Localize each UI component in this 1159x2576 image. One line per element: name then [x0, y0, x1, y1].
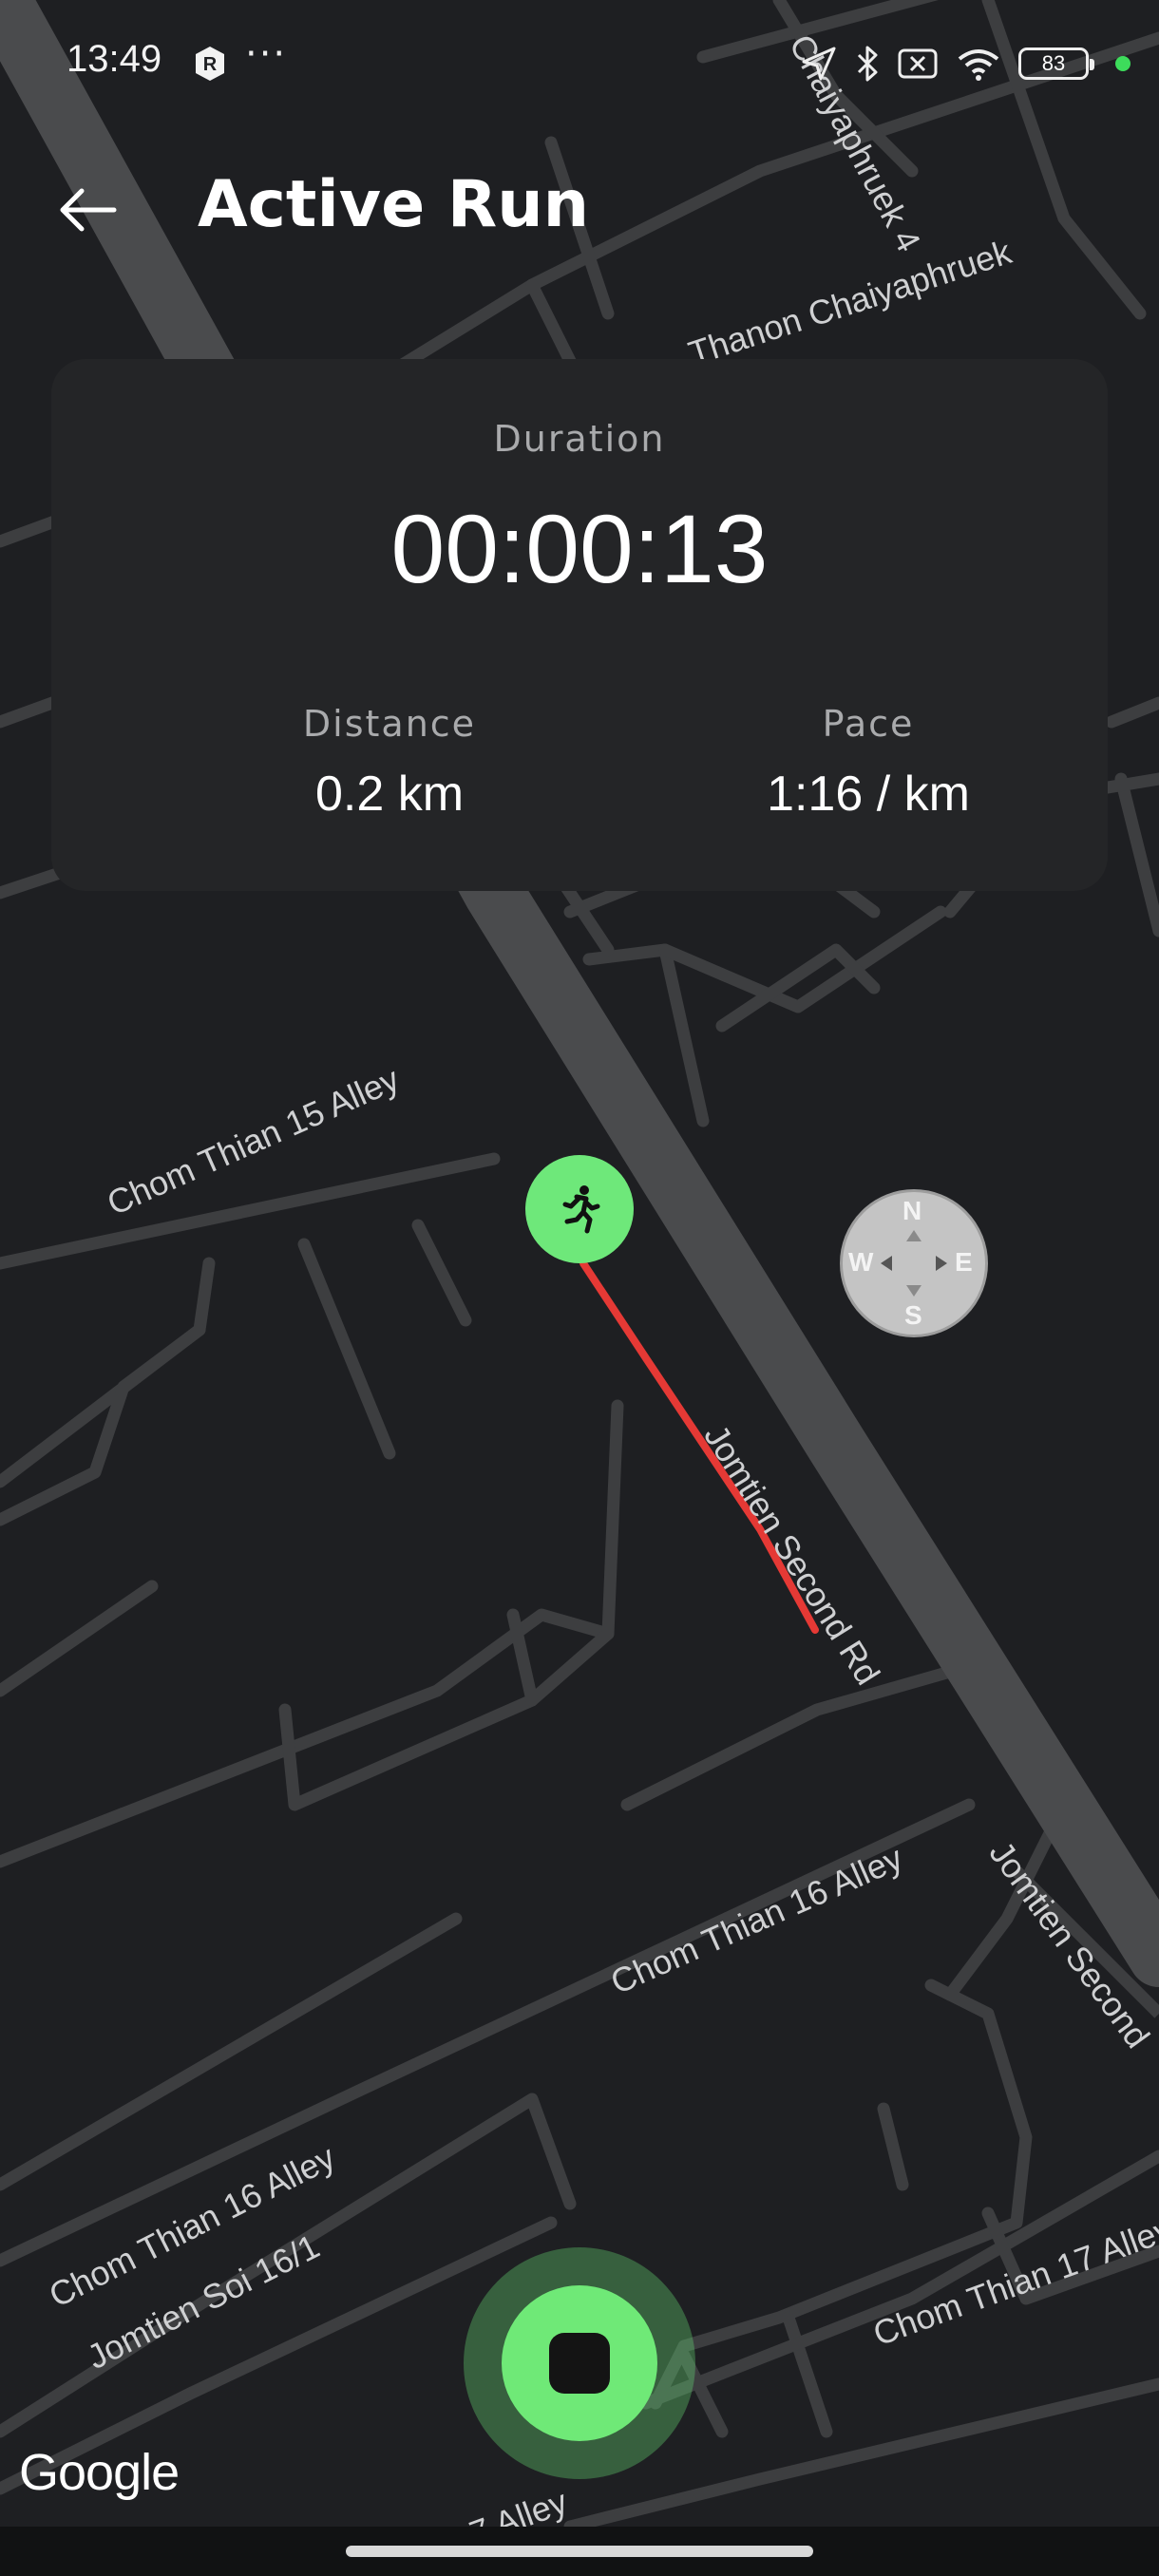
stop-run-button[interactable] [464, 2247, 695, 2479]
distance-label: Distance [302, 703, 477, 745]
location-icon [802, 47, 836, 81]
status-bar: 13:49 R ··· 83 [0, 0, 1159, 123]
pace-value: 1:16 / km [767, 767, 970, 822]
run-stats-card: Duration 00:00:13 Distance 0.2 km Pace 1… [51, 359, 1108, 891]
battery-level: 83 [1041, 51, 1066, 75]
current-location-marker[interactable] [525, 1155, 634, 1263]
duration-label: Duration [493, 418, 666, 460]
more-notifications-icon: ··· [245, 32, 288, 76]
app-badge-letter: R [203, 54, 218, 75]
stop-button-inner[interactable] [502, 2285, 657, 2441]
wifi-icon [958, 49, 999, 81]
status-icons: 83 [800, 40, 1130, 87]
compass-east: E [955, 1247, 973, 1277]
compass-button[interactable]: N S W E [840, 1189, 988, 1337]
distance-stat: Distance 0.2 km [200, 703, 580, 823]
running-person-icon [562, 1185, 600, 1234]
page-title: Active Run [198, 167, 590, 242]
home-indicator[interactable] [346, 2546, 813, 2557]
pace-label: Pace [822, 703, 915, 745]
arrow-left-icon [60, 188, 117, 232]
status-time: 13:49 [66, 38, 162, 80]
back-button[interactable] [49, 177, 125, 243]
sim-off-icon [898, 48, 938, 79]
battery-icon: 83 [1018, 47, 1094, 80]
bluetooth-icon [857, 46, 878, 82]
app-badge-icon: R [196, 47, 224, 81]
duration-value: 00:00:13 [390, 495, 769, 603]
compass-west: W [848, 1247, 874, 1277]
stop-icon [549, 2333, 610, 2394]
distance-value: 0.2 km [314, 767, 465, 822]
pace-stat: Pace 1:16 / km [678, 703, 1058, 823]
privacy-indicator [1115, 56, 1130, 71]
compass-south: S [904, 1300, 922, 1330]
compass-north: N [902, 1196, 922, 1225]
google-logo: Google [19, 2444, 180, 2501]
